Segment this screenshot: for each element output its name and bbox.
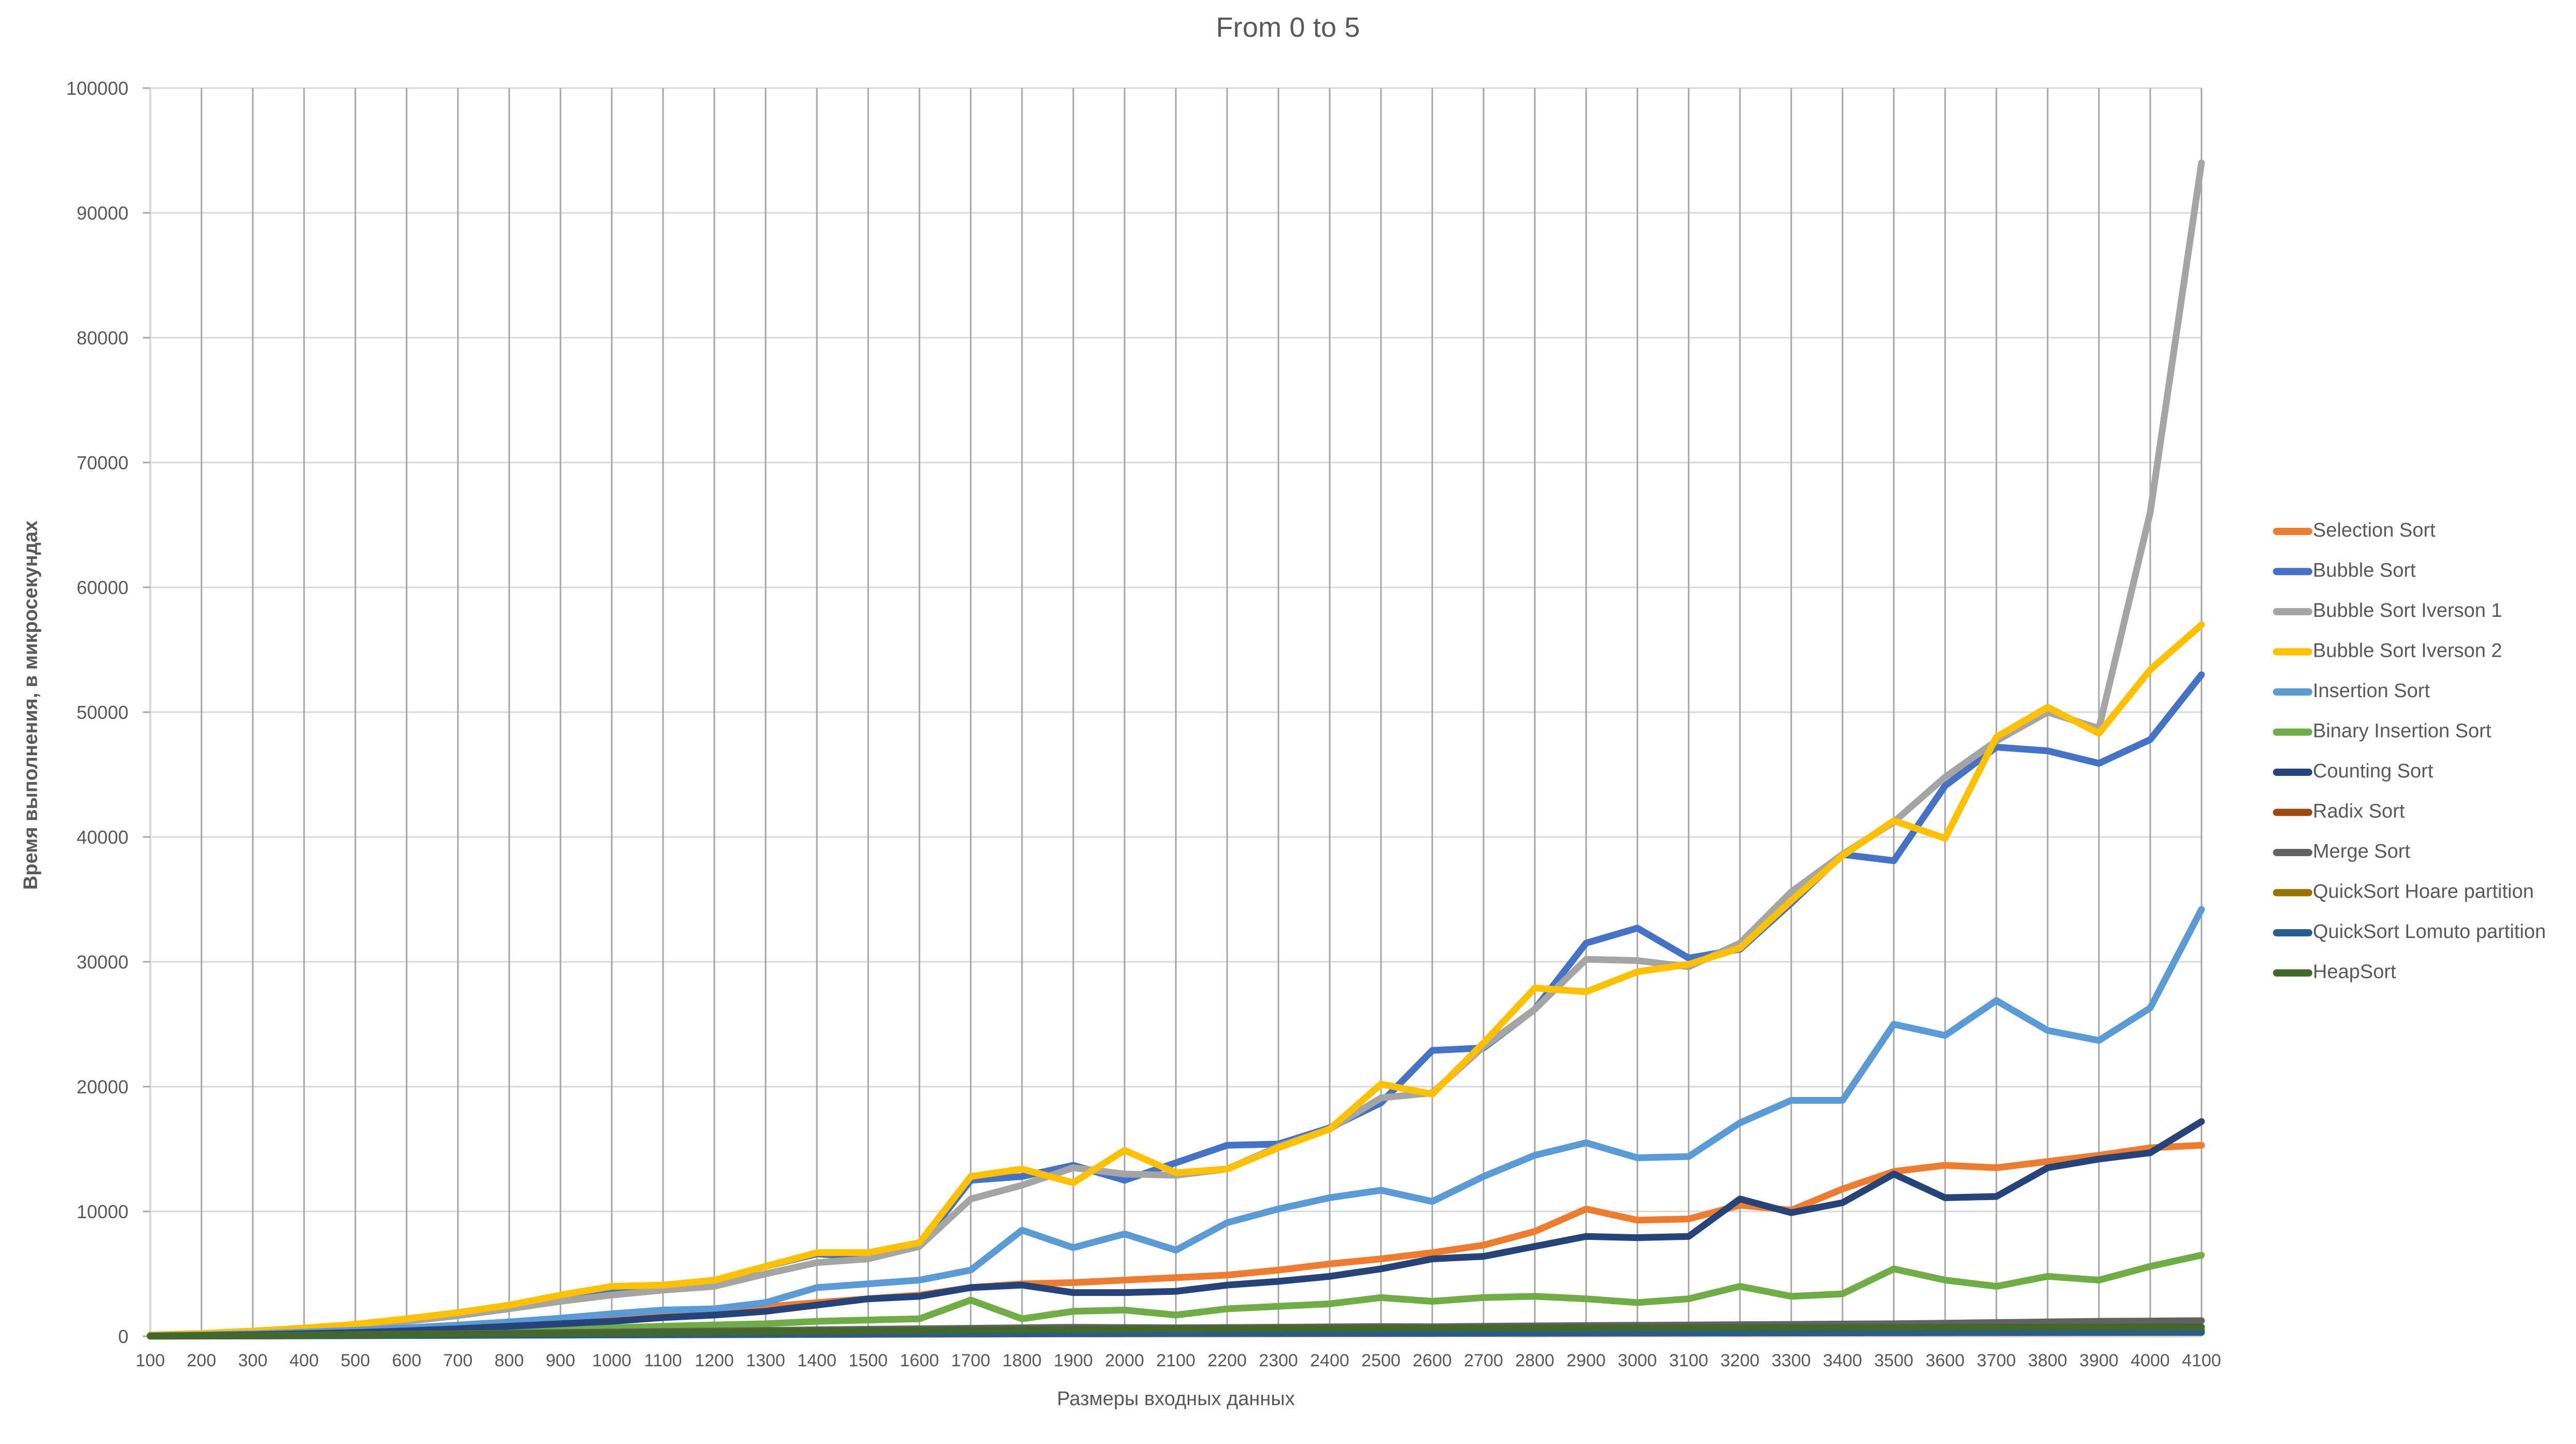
- y-tick-label: 50000: [77, 702, 128, 723]
- y-tick-label: 90000: [77, 203, 128, 224]
- x-tick-label: 800: [495, 1351, 524, 1370]
- x-tick-label: 2700: [1464, 1351, 1503, 1370]
- x-tick-label: 2300: [1259, 1351, 1298, 1370]
- y-tick-label: 10000: [77, 1201, 128, 1222]
- legend-label-bubble-sort[interactable]: Bubble Sort: [2313, 560, 2416, 582]
- x-tick-label: 2200: [1207, 1351, 1247, 1370]
- x-tick-labels: 100 200 300 400 500 600 700 800 900 1000 1100 1200 1…: [136, 1351, 2221, 1370]
- y-tick-labels: 0 10000 20000 30000 40000 50000 60000 70000 8000…: [66, 78, 150, 1347]
- chart-legend: Selection Sort Bubble Sort Bubble Sort Ive…: [2273, 519, 2546, 983]
- legend-label-quicksort-hoare-partition[interactable]: QuickSort Hoare partition: [2313, 881, 2534, 903]
- x-tick-label: 1300: [746, 1351, 785, 1370]
- x-tick-label: 3100: [1669, 1351, 1708, 1370]
- x-tick-label: 3900: [2079, 1351, 2119, 1370]
- x-tick-label: 900: [546, 1351, 575, 1370]
- chart-container: From 0 to 5 Время выполнения, в микросек…: [0, 0, 2576, 1444]
- x-tick-label: 3700: [1977, 1351, 2016, 1370]
- x-tick-label: 200: [187, 1351, 217, 1370]
- x-tick-label: 1100: [644, 1351, 682, 1370]
- x-tick-label: 3300: [1772, 1351, 1811, 1370]
- x-tick-label: 2600: [1413, 1351, 1452, 1370]
- x-tick-label: 300: [238, 1351, 268, 1370]
- x-tick-label: 1000: [592, 1351, 631, 1370]
- x-tick-label: 700: [443, 1351, 473, 1370]
- y-tick-label: 80000: [77, 327, 128, 349]
- legend-label-bubble-sort-iverson-2[interactable]: Bubble Sort Iverson 2: [2313, 640, 2502, 662]
- chart-plot-area: 0 10000 20000 30000 40000 50000 60000 70000 8000…: [66, 78, 2546, 1370]
- legend-label-merge-sort[interactable]: Merge Sort: [2313, 841, 2410, 862]
- y-tick-label: 60000: [77, 577, 128, 598]
- x-tick-label: 3400: [1823, 1351, 1862, 1370]
- x-tick-label: 2500: [1361, 1351, 1401, 1370]
- x-tick-label: 3000: [1618, 1351, 1657, 1370]
- x-tick-label: 3500: [1874, 1351, 1913, 1370]
- legend-label-heapsort[interactable]: HeapSort: [2313, 961, 2396, 983]
- y-tick-label: 30000: [77, 951, 128, 973]
- x-tick-label: 1200: [695, 1351, 734, 1370]
- x-tick-label: 2000: [1105, 1351, 1144, 1370]
- x-tick-label: 600: [392, 1351, 422, 1370]
- x-tick-label: 1900: [1054, 1351, 1093, 1370]
- y-tick-label: 20000: [77, 1076, 128, 1098]
- legend-label-radix-sort[interactable]: Radix Sort: [2313, 801, 2405, 822]
- y-tick-label: 40000: [77, 827, 128, 848]
- x-tick-label: 2900: [1566, 1351, 1606, 1370]
- x-tick-label: 4100: [2182, 1351, 2221, 1370]
- y-tick-label: 70000: [77, 452, 128, 473]
- legend-label-counting-sort[interactable]: Counting Sort: [2313, 760, 2434, 782]
- x-tick-label: 1600: [900, 1351, 939, 1370]
- x-tick-label: 1700: [951, 1351, 990, 1370]
- x-tick-label: 3600: [1925, 1351, 1965, 1370]
- legend-label-insertion-sort[interactable]: Insertion Sort: [2313, 680, 2430, 702]
- x-tick-label: 1400: [797, 1351, 837, 1370]
- x-tick-label: 2400: [1310, 1351, 1349, 1370]
- x-tick-label: 4000: [2131, 1351, 2170, 1370]
- y-tick-label: 0: [118, 1326, 128, 1347]
- legend-label-binary-insertion-sort[interactable]: Binary Insertion Sort: [2313, 720, 2492, 742]
- x-tick-label: 500: [341, 1351, 370, 1370]
- x-tick-label: 400: [290, 1351, 319, 1370]
- vertical-gridlines: [149, 88, 2203, 1336]
- x-tick-label: 2800: [1515, 1351, 1555, 1370]
- x-tick-label: 1500: [848, 1351, 888, 1370]
- x-tick-label: 3800: [2028, 1351, 2067, 1370]
- y-tick-label: 100000: [66, 78, 128, 99]
- legend-label-bubble-sort-iverson-1[interactable]: Bubble Sort Iverson 1: [2313, 600, 2502, 622]
- x-tick-label: 100: [136, 1351, 165, 1370]
- legend-label-selection-sort[interactable]: Selection Sort: [2313, 519, 2436, 541]
- x-tick-label: 3200: [1720, 1351, 1760, 1370]
- x-tick-label: 2100: [1156, 1351, 1196, 1370]
- legend-label-quicksort-lomuto-partition[interactable]: QuickSort Lomuto partition: [2313, 921, 2546, 943]
- x-tick-label: 1800: [1002, 1351, 1042, 1370]
